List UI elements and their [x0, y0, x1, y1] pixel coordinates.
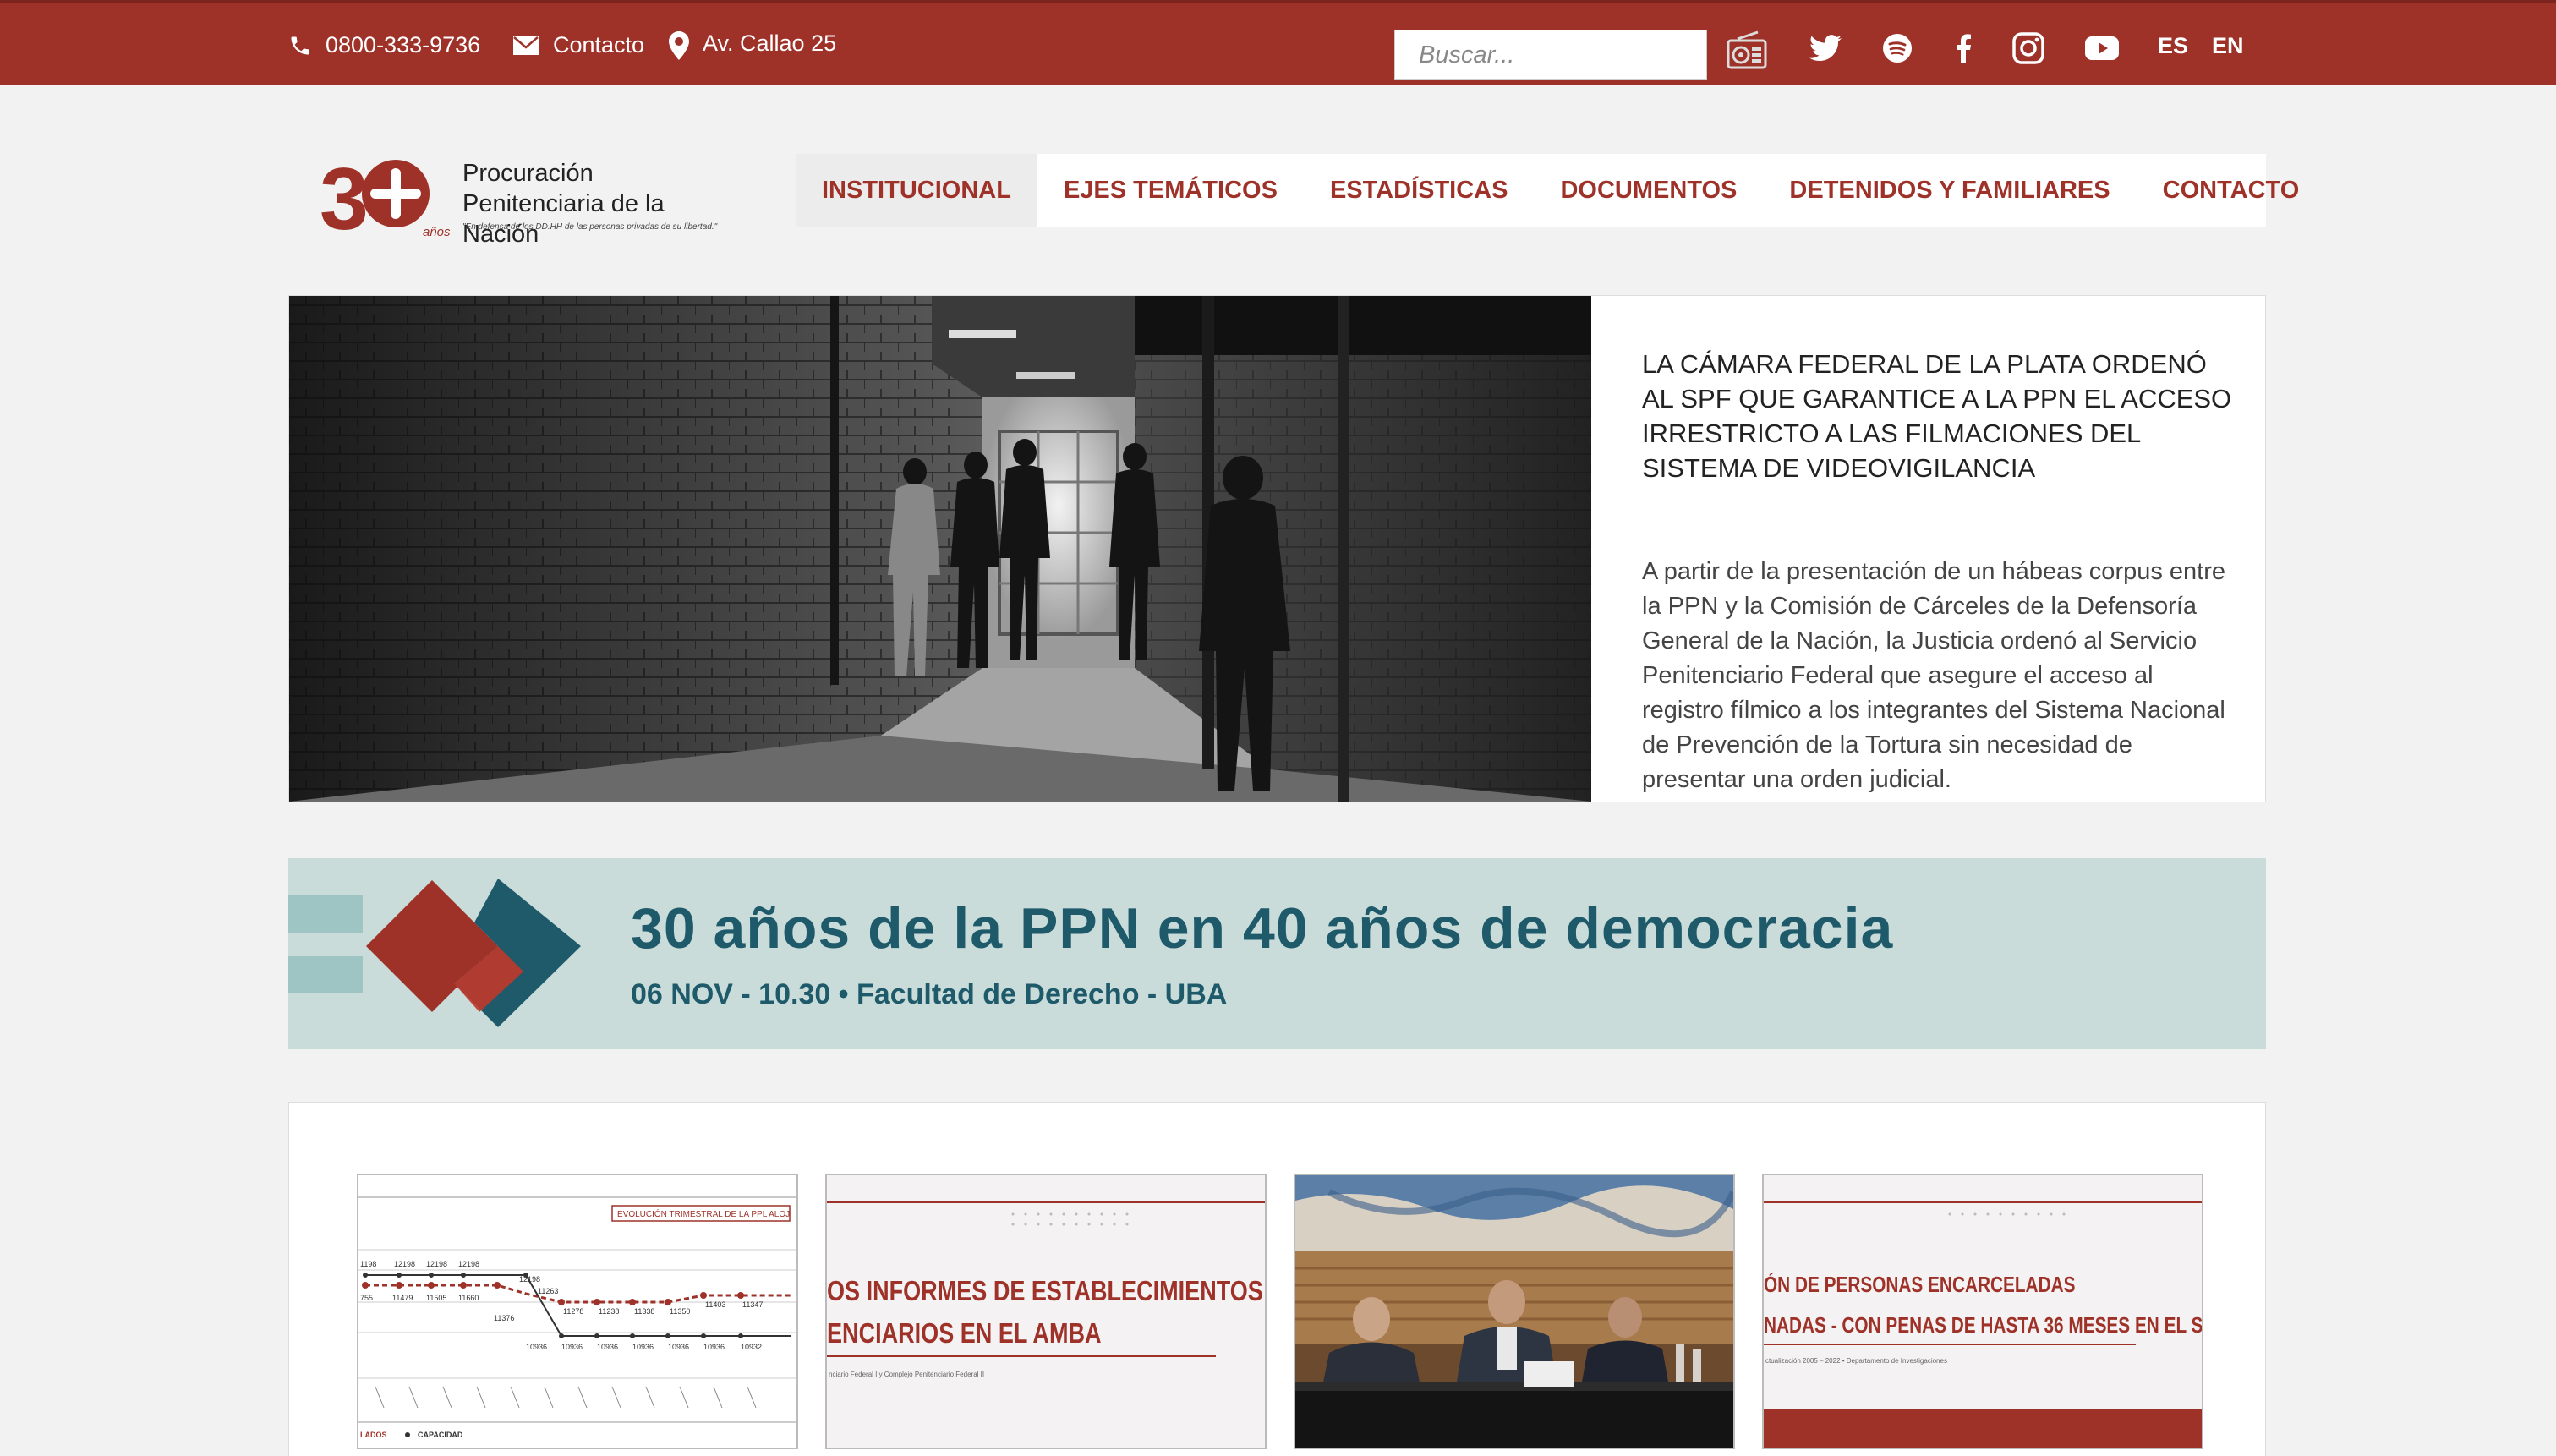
chart-row1-0: 1198: [360, 1260, 376, 1268]
hero-image-prison-corridor[interactable]: [289, 296, 1591, 802]
logo-anios: años: [423, 225, 451, 239]
lang-en[interactable]: EN: [2212, 33, 2244, 59]
site-logo[interactable]: 3 años Procuración Penitenciaria de la N…: [320, 155, 742, 248]
svg-text:3: 3: [320, 155, 366, 239]
logo-30-mark: 3 años: [320, 155, 451, 239]
chart-row3-6: 11347: [742, 1300, 763, 1309]
twitter-icon: [1809, 35, 1842, 62]
top-bar: 0800-333-9736 Contacto Av. Callao 25 ES …: [0, 0, 2556, 85]
chart-row2-4: 11263: [538, 1287, 558, 1295]
youtube-button[interactable]: [2083, 30, 2121, 67]
card-informes-line1: OS INFORMES DE ESTABLECIMIENTOS: [827, 1277, 1263, 1307]
spotify-button[interactable]: [1879, 30, 1916, 67]
chart-row4-2: 10936: [597, 1343, 618, 1351]
radio-icon: [1727, 30, 1767, 69]
banner-subtitle: 06 NOV - 10.30 • Facultad de Derecho - U…: [631, 978, 1228, 1010]
logo-text: Procuración Penitenciaria de la Nación: [462, 158, 742, 249]
chart-row2-0: 755: [360, 1294, 373, 1302]
chart-row2-1: 11479: [392, 1294, 413, 1302]
hero-slide[interactable]: LA CÁMARA FEDERAL DE LA PLATA ORDENÓ AL …: [288, 295, 2266, 802]
facebook-icon: [1957, 34, 1971, 63]
nav-institucional[interactable]: INSTITUCIONAL: [796, 154, 1037, 227]
instagram-icon: [2012, 32, 2044, 64]
chart-row1-3: 12198: [458, 1260, 479, 1268]
location-pin-icon: [669, 30, 689, 60]
hero-title[interactable]: LA CÁMARA FEDERAL DE LA PLATA ORDENÓ AL …: [1642, 347, 2234, 485]
chart-row3-2: 11238: [599, 1307, 619, 1316]
logo-line2: Penitenciaria de la Nación: [462, 190, 665, 248]
hero-text: A partir de la presentación de un hábeas…: [1642, 558, 2226, 793]
radio-button[interactable]: [1725, 29, 1769, 73]
logo-tagline: "En defensa de los DD.HH de las personas…: [462, 222, 718, 232]
chart-legend-2: CAPACIDAD: [418, 1431, 463, 1439]
chart-row1-2: 12198: [426, 1260, 447, 1268]
event-banner[interactable]: 30 años de la PPN en 40 años de democrac…: [288, 858, 2266, 1049]
search-box[interactable]: [1394, 30, 1707, 80]
chart-row2-3: 11660: [458, 1294, 479, 1302]
chart-row3-5: 11403: [705, 1300, 725, 1309]
card-statistics-chart[interactable]: EVOLUCIÓN TRIMESTRAL DE LA PPL ALOJ 1198…: [357, 1174, 798, 1449]
banner-heart-graphic: [288, 879, 581, 1027]
instagram-button[interactable]: [2010, 30, 2047, 67]
spotify-icon: [1883, 34, 1912, 63]
chart-row3-3: 11338: [634, 1307, 654, 1316]
nav-detenidos-familiares[interactable]: DETENIDOS Y FAMILIARES: [1763, 154, 2136, 227]
phone-number: 0800-333-9736: [326, 32, 481, 57]
card-photo-panel[interactable]: [1294, 1174, 1735, 1449]
chart-row3-4: 11350: [670, 1307, 690, 1316]
banner-title: 30 años de la PPN en 40 años de democrac…: [631, 896, 1894, 961]
contact-label: Contacto: [553, 32, 645, 57]
card-chart-header: EVOLUCIÓN TRIMESTRAL DE LA PPL ALOJ: [617, 1208, 790, 1219]
card-personas-encarceladas[interactable]: ÓN DE PERSONAS ENCARCELADAS NADAS - CON …: [1762, 1174, 2203, 1449]
phone-icon: [291, 36, 309, 54]
chart-row4-4: 10936: [668, 1343, 689, 1351]
nav-ejes-tematicos[interactable]: EJES TEMÁTICOS: [1037, 154, 1304, 227]
phone-link[interactable]: 0800-333-9736: [288, 3, 480, 88]
featured-cards: EVOLUCIÓN TRIMESTRAL DE LA PPL ALOJ 1198…: [288, 1102, 2266, 1456]
twitter-button[interactable]: [1807, 30, 1844, 67]
card-informes-foot: nciario Federal I y Complejo Penitenciar…: [829, 1371, 984, 1378]
chart-row3-1: 11278: [563, 1307, 583, 1316]
chart-row2-2: 11505: [426, 1294, 446, 1302]
main-nav: INSTITUCIONAL EJES TEMÁTICOS ESTADÍSTICA…: [796, 154, 2299, 227]
chart-row3-0: 11376: [494, 1314, 514, 1322]
card-informes-establecimientos[interactable]: OS INFORMES DE ESTABLECIMIENTOS ENCIARIO…: [825, 1174, 1267, 1449]
card-encarceladas-line2: NADAS - CON PENAS DE HASTA 36 MESES EN E…: [1764, 1313, 2202, 1338]
chart-row4-5: 10936: [703, 1343, 725, 1351]
nav-contacto[interactable]: CONTACTO: [2137, 154, 2326, 227]
logo-line1: Procuración: [462, 160, 594, 187]
contact-link[interactable]: Contacto: [512, 3, 644, 88]
address-label: Av. Callao 25: [703, 30, 837, 56]
card-encarceladas-line1: ÓN DE PERSONAS ENCARCELADAS: [1764, 1272, 2075, 1297]
youtube-icon: [2085, 36, 2119, 60]
lang-es[interactable]: ES: [2158, 33, 2188, 59]
nav-estadisticas[interactable]: ESTADÍSTICAS: [1304, 154, 1535, 227]
mail-icon: [513, 36, 539, 55]
chart-row4-3: 10936: [632, 1343, 654, 1351]
chart-row4-6: 10932: [741, 1343, 762, 1351]
chart-legend-1: LADOS: [360, 1431, 387, 1439]
card-encarceladas-foot: ctualización 2005 – 2022 • Departamento …: [1765, 1357, 1947, 1365]
chart-row4-0: 10936: [526, 1343, 547, 1351]
chart-row4-1: 10936: [561, 1343, 583, 1351]
card-informes-line2: ENCIARIOS EN EL AMBA: [827, 1319, 1102, 1349]
address-link[interactable]: Av. Callao 25: [669, 3, 836, 88]
search-input[interactable]: [1395, 30, 1706, 79]
facebook-button[interactable]: [1945, 30, 1982, 67]
nav-documentos[interactable]: DOCUMENTOS: [1534, 154, 1763, 227]
chart-row1-1: 12198: [394, 1260, 415, 1268]
